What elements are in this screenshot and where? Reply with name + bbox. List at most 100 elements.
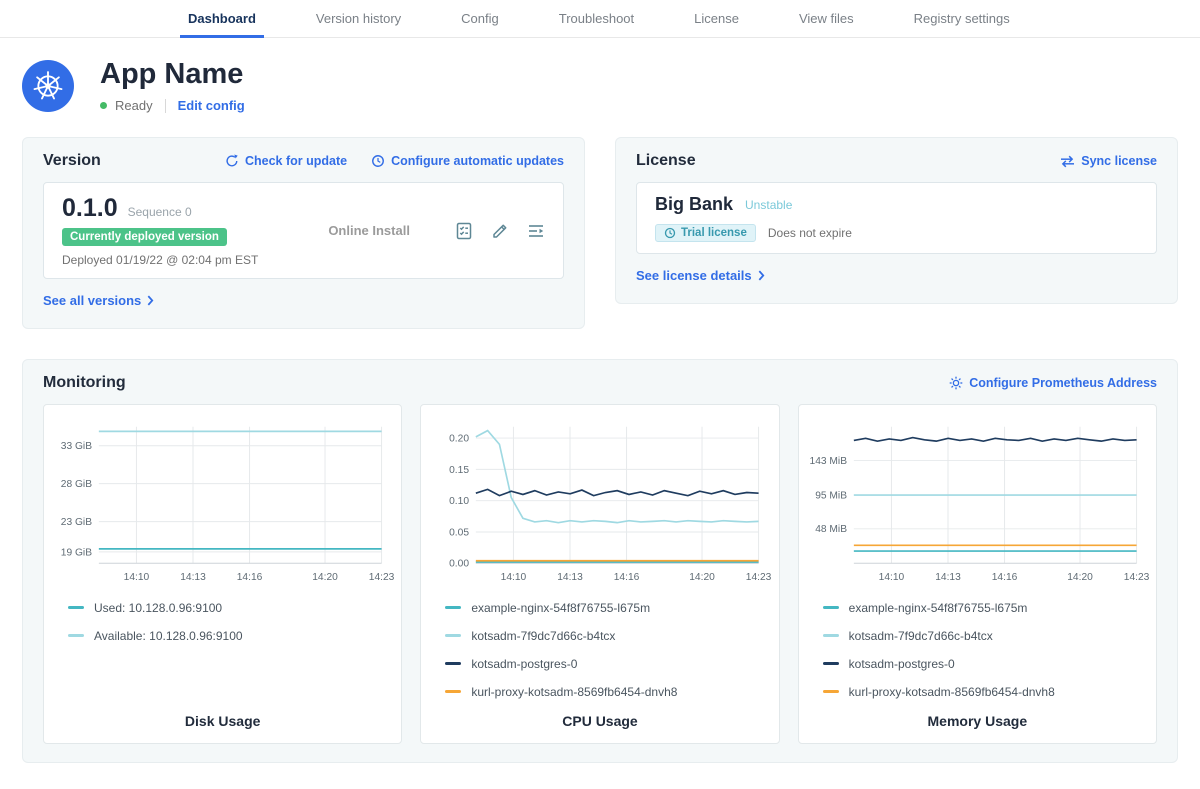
version-card-actions: Check for update Configure automatic upd… (225, 154, 564, 168)
charts-row: 14:1014:1314:1614:2014:2319 GiB23 GiB28 … (43, 404, 1157, 744)
disk-usage-chart: 14:1014:1314:1614:2014:2319 GiB23 GiB28 … (43, 404, 402, 744)
install-type-label: Online Install (328, 223, 410, 238)
memory-usage-chart: 14:1014:1314:1614:2014:2348 MiB95 MiB143… (798, 404, 1157, 744)
see-license-details-link[interactable]: See license details (636, 268, 765, 283)
see-license-details-label: See license details (636, 268, 752, 283)
configure-prometheus-link[interactable]: Configure Prometheus Address (949, 376, 1157, 390)
tab-config[interactable]: Config (459, 0, 501, 37)
release-notes-icon[interactable] (527, 222, 545, 240)
app-header: App Name Ready Edit config (22, 58, 1178, 113)
version-info: 0.1.0 Sequence 0 Currently deployed vers… (62, 194, 258, 267)
legend-label: kotsadm-postgres-0 (849, 657, 955, 671)
kubernetes-app-logo (22, 60, 74, 112)
cpu-usage-chart: 14:1014:1314:1614:2014:230.000.050.100.1… (420, 404, 779, 744)
tab-label: Config (461, 11, 499, 26)
legend-swatch (445, 634, 461, 637)
legend-label: example-nginx-54f8f76755-l675m (849, 601, 1028, 615)
license-card-header: License Sync license (636, 152, 1157, 170)
version-action-icons (455, 222, 545, 240)
tab-label: License (694, 11, 739, 26)
cards-row: Version Check for update (22, 137, 1178, 329)
legend-item: kotsadm-postgres-0 (445, 657, 768, 671)
svg-text:14:16: 14:16 (614, 572, 640, 583)
svg-text:14:20: 14:20 (690, 572, 716, 583)
app-title-block: App Name Ready Edit config (100, 58, 245, 113)
tab-version-history[interactable]: Version history (314, 0, 403, 37)
svg-text:28 GiB: 28 GiB (61, 479, 92, 490)
svg-text:95 MiB: 95 MiB (815, 490, 847, 501)
app-status-row: Ready Edit config (100, 98, 245, 113)
svg-text:0.00: 0.00 (449, 559, 469, 570)
sync-license-label: Sync license (1081, 154, 1157, 168)
customer-name: Big Bank (655, 194, 733, 215)
tab-dashboard[interactable]: Dashboard (186, 0, 258, 37)
svg-text:14:23: 14:23 (746, 572, 772, 583)
check-for-update-link[interactable]: Check for update (225, 154, 347, 168)
monitoring-section: Monitoring Configure Prometh (22, 359, 1178, 763)
svg-text:23 GiB: 23 GiB (61, 517, 92, 528)
license-card: License Sync license Big Bank (615, 137, 1178, 304)
tab-troubleshoot[interactable]: Troubleshoot (557, 0, 636, 37)
chart-plot: 14:1014:1314:1614:2014:230.000.050.100.1… (431, 419, 768, 587)
status-dot (100, 102, 107, 109)
legend-item: kotsadm-7f9dc7d66c-b4tcx (823, 629, 1146, 643)
svg-text:33 GiB: 33 GiB (61, 441, 92, 452)
license-info-box: Big Bank Unstable Trial license Does not… (636, 182, 1157, 254)
svg-text:14:20: 14:20 (312, 572, 338, 583)
kubernetes-wheel-icon (31, 69, 65, 103)
legend-label: kotsadm-7f9dc7d66c-b4tcx (471, 629, 615, 643)
legend-item: kurl-proxy-kotsadm-8569fb6454-dnvh8 (823, 685, 1146, 699)
tab-view-files[interactable]: View files (797, 0, 856, 37)
svg-text:14:23: 14:23 (369, 572, 395, 583)
see-all-versions-label: See all versions (43, 293, 141, 308)
sync-icon (1060, 155, 1075, 168)
trial-license-label: Trial license (681, 227, 747, 239)
legend-label: kotsadm-postgres-0 (471, 657, 577, 671)
check-for-update-label: Check for update (245, 154, 347, 168)
edit-config-link[interactable]: Edit config (178, 98, 245, 113)
trial-clock-icon (664, 227, 676, 239)
version-number: 0.1.0 (62, 194, 118, 223)
tab-license[interactable]: License (692, 0, 741, 37)
chart-legend: Used: 10.128.0.96:9100 Available: 10.128.… (54, 601, 391, 643)
version-number-row: 0.1.0 Sequence 0 (62, 194, 192, 223)
chevron-right-icon (147, 295, 154, 306)
deployed-version-badge: Currently deployed version (62, 228, 227, 246)
svg-text:14:10: 14:10 (878, 572, 904, 583)
legend-label: kotsadm-7f9dc7d66c-b4tcx (849, 629, 993, 643)
version-card-title: Version (43, 152, 101, 170)
svg-text:14:13: 14:13 (558, 572, 584, 583)
legend-item: kotsadm-postgres-0 (823, 657, 1146, 671)
preflight-checks-icon[interactable] (455, 222, 473, 240)
expiration-label: Does not expire (768, 226, 852, 240)
svg-text:14:20: 14:20 (1067, 572, 1093, 583)
legend-item: Available: 10.128.0.96:9100 (68, 629, 391, 643)
tab-registry-settings[interactable]: Registry settings (912, 0, 1012, 37)
svg-text:0.10: 0.10 (449, 496, 469, 507)
tab-label: View files (799, 11, 854, 26)
legend-swatch (68, 634, 84, 637)
chart-plot: 14:1014:1314:1614:2014:2319 GiB23 GiB28 … (54, 419, 391, 587)
configure-automatic-updates-link[interactable]: Configure automatic updates (371, 154, 564, 168)
svg-text:14:23: 14:23 (1123, 572, 1149, 583)
see-all-versions-link[interactable]: See all versions (43, 293, 154, 308)
monitoring-title: Monitoring (43, 374, 126, 392)
chart-legend: example-nginx-54f8f76755-l675m kotsadm-7f… (809, 601, 1146, 699)
sync-license-link[interactable]: Sync license (1060, 154, 1157, 168)
legend-swatch (445, 662, 461, 665)
legend-swatch (823, 634, 839, 637)
chart-plot: 14:1014:1314:1614:2014:2348 MiB95 MiB143… (809, 419, 1146, 587)
edit-config-icon[interactable] (491, 222, 509, 240)
legend-item: example-nginx-54f8f76755-l675m (445, 601, 768, 615)
legend-label: Available: 10.128.0.96:9100 (94, 629, 243, 643)
legend-item: Used: 10.128.0.96:9100 (68, 601, 391, 615)
legend-swatch (823, 690, 839, 693)
svg-text:14:13: 14:13 (935, 572, 961, 583)
page-title: App Name (100, 58, 245, 91)
channel-label: Unstable (745, 198, 792, 212)
configure-automatic-updates-label: Configure automatic updates (391, 154, 564, 168)
configure-prometheus-label: Configure Prometheus Address (969, 376, 1157, 390)
legend-swatch (445, 690, 461, 693)
tab-label: Version history (316, 11, 401, 26)
trial-license-badge: Trial license (655, 224, 756, 242)
